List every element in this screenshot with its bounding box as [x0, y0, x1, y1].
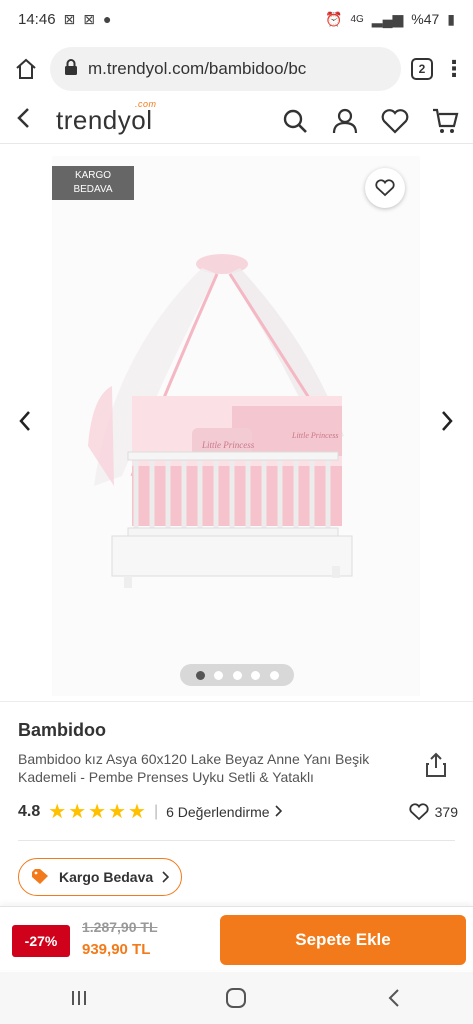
status-bar: 14:46 ⊠ ⊠ ● ⏰ 4G ▂▄▆ %47 ▮	[0, 0, 473, 38]
logo-suffix: .com	[134, 99, 157, 109]
rating-value: 4.8	[18, 803, 41, 820]
battery-icon: ▮	[447, 10, 455, 27]
cart-icon[interactable]	[431, 107, 459, 135]
home-button-icon[interactable]	[216, 978, 256, 1018]
star-icon: ★	[48, 801, 67, 823]
status-time: 14:46	[18, 10, 56, 28]
pagination-dot[interactable]	[195, 670, 205, 680]
share-icon[interactable]	[424, 752, 448, 778]
product-title: Bambidoo kız Asya 60x120 Lake Beyaz Anne…	[18, 751, 370, 785]
tag-icon	[32, 869, 48, 884]
svg-text:Little Princess: Little Princess	[201, 440, 255, 450]
star-icon: ★	[128, 801, 146, 823]
battery-level: %47	[411, 11, 440, 27]
add-to-favorites-button[interactable]	[365, 168, 405, 208]
free-shipping-tag: KARGO BEDAVA	[52, 166, 134, 200]
recent-apps-icon[interactable]	[59, 978, 99, 1018]
browser-toolbar: m.trendyol.com/bambidoo/bc 2 ⋮	[0, 40, 473, 98]
product-gallery[interactable]: Little Princess Little Princess KARGO BE…	[0, 146, 473, 702]
rating-row: 4.8 ★ ★ ★ ★ ★ | 6 Değerlendirme 379	[18, 800, 458, 824]
lock-icon	[64, 58, 78, 80]
favorite-count-value: 379	[434, 804, 458, 820]
previous-image-arrow-icon[interactable]	[18, 408, 32, 439]
pagination-dot[interactable]	[232, 670, 242, 680]
pagination-dot[interactable]	[269, 670, 279, 680]
signal-icon: ▂▄▆	[371, 10, 404, 27]
logo-text: trendyol	[56, 105, 153, 135]
user-icon[interactable]	[331, 107, 359, 135]
tag-line-2: BEDAVA	[73, 184, 113, 195]
pagination-dot[interactable]	[214, 670, 223, 680]
chevron-right-icon	[274, 804, 282, 820]
free-shipping-label: Kargo Bedava	[59, 869, 154, 885]
old-price: 1.287,90 TL	[82, 919, 158, 935]
back-button-icon[interactable]	[374, 978, 414, 1018]
current-price: 939,90 TL	[82, 941, 151, 958]
menu-kebab-icon[interactable]: ⋮	[443, 58, 465, 80]
tag-line-1: KARGO	[74, 170, 112, 181]
section-divider	[18, 840, 455, 841]
network-type: 4G	[350, 13, 364, 25]
svg-text:Little Princess: Little Princess	[291, 431, 338, 440]
star-icon: ★	[108, 801, 126, 823]
star-icon: ★	[68, 801, 87, 823]
alarm-icon: ⏰	[325, 10, 343, 27]
search-icon[interactable]	[281, 107, 309, 135]
app-notification-icon: ⊠	[83, 10, 96, 27]
next-image-arrow-icon[interactable]	[440, 408, 454, 439]
favorite-count[interactable]: 379	[409, 803, 458, 821]
page: 14:46 ⊠ ⊠ ● ⏰ 4G ▂▄▆ %47 ▮ m.trendyol.co…	[0, 0, 473, 1024]
discount-badge: -27%	[12, 925, 70, 957]
add-to-cart-button[interactable]: Sepete Ekle	[220, 915, 466, 965]
tab-switcher-button[interactable]: 2	[411, 58, 433, 80]
favorites-heart-icon[interactable]	[381, 107, 409, 135]
facebook-icon: ●	[103, 11, 112, 27]
heart-icon	[375, 179, 395, 197]
star-icon: ★	[88, 801, 107, 823]
url-text: m.trendyol.com/bambidoo/bc	[88, 59, 307, 78]
pagination-dot[interactable]	[251, 670, 260, 680]
product-image[interactable]: Little Princess Little Princess	[52, 156, 420, 696]
reviews-link[interactable]: 6 Değerlendirme	[166, 804, 270, 820]
image-pagination-dots	[180, 664, 294, 686]
system-navigation-bar	[0, 972, 473, 1024]
trendyol-logo[interactable]: trendyol .com	[56, 99, 156, 136]
purchase-bar: -27% 1.287,90 TL 939,90 TL Sepete Ekle	[0, 906, 473, 970]
heart-icon	[409, 803, 429, 821]
chevron-right-icon	[162, 871, 170, 883]
home-icon[interactable]	[12, 55, 40, 83]
back-icon[interactable]	[14, 105, 44, 137]
product-brand[interactable]: Bambidoo	[18, 720, 106, 741]
app-notification-icon: ⊠	[63, 10, 76, 27]
divider: |	[153, 803, 159, 820]
site-header: trendyol .com	[0, 98, 473, 144]
free-shipping-badge[interactable]: Kargo Bedava	[18, 858, 183, 896]
rating-stars: ★ ★ ★ ★ ★	[48, 802, 146, 822]
url-bar[interactable]: m.trendyol.com/bambidoo/bc	[50, 47, 401, 91]
